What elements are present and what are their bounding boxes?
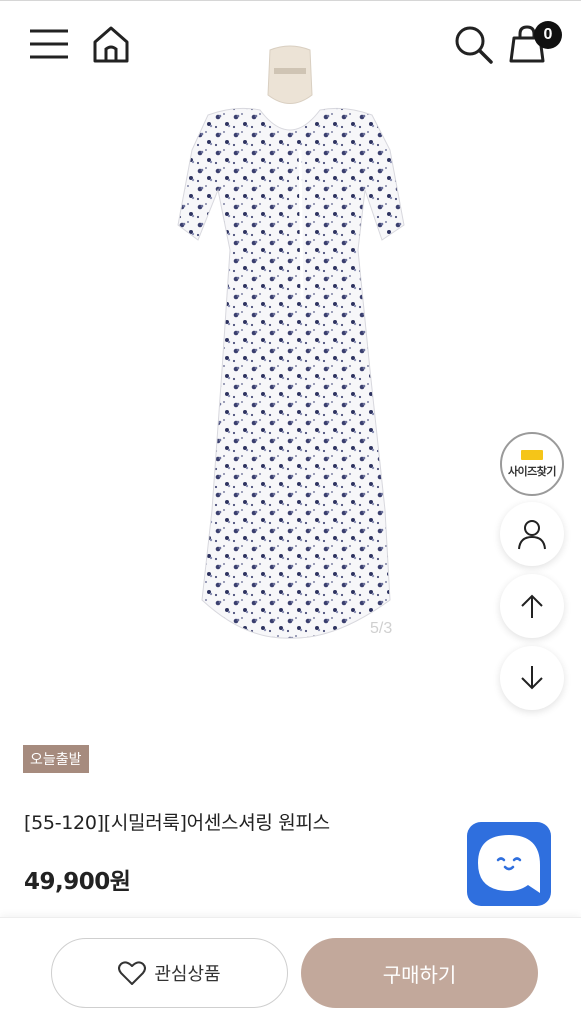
search-icon — [455, 26, 493, 64]
user-icon — [518, 520, 546, 550]
heart-icon — [118, 961, 147, 985]
cart-button[interactable]: 0 — [504, 21, 562, 67]
menu-icon — [30, 29, 68, 59]
chat-button[interactable] — [467, 822, 551, 906]
size-flag-icon — [521, 449, 543, 460]
wishlist-button[interactable]: 관심상품 — [51, 938, 288, 1008]
size-finder-label: 사이즈찾기 — [507, 464, 557, 478]
shipping-badge: 오늘출발 — [23, 745, 89, 773]
buy-button[interactable]: 구매하기 — [301, 938, 538, 1008]
chat-icon — [478, 835, 540, 893]
scroll-bottom-button[interactable] — [500, 646, 564, 710]
product-price: 49,900원 — [24, 869, 131, 895]
dress-illustration — [177, 45, 405, 639]
product-image[interactable] — [160, 40, 420, 650]
wishlist-label: 관심상품 — [154, 964, 221, 985]
home-button[interactable] — [88, 21, 134, 67]
scroll-top-button[interactable] — [500, 574, 564, 638]
arrow-up-icon — [521, 594, 543, 618]
buy-label: 구매하기 — [382, 962, 457, 987]
size-finder-button[interactable]: 사이즈찾기 — [500, 432, 564, 496]
image-counter: 5/3 — [370, 620, 393, 637]
home-icon — [93, 26, 129, 63]
menu-button[interactable] — [26, 21, 72, 67]
cart-count-badge: 0 — [534, 21, 562, 49]
bottom-action-bar: 관심상품 구매하기 — [0, 917, 581, 1024]
my-account-button[interactable] — [500, 502, 564, 566]
search-button[interactable] — [450, 21, 496, 67]
arrow-down-icon — [521, 666, 543, 690]
product-title: [55-120][시밀러룩]어센스셔링 원피스 — [24, 812, 330, 834]
